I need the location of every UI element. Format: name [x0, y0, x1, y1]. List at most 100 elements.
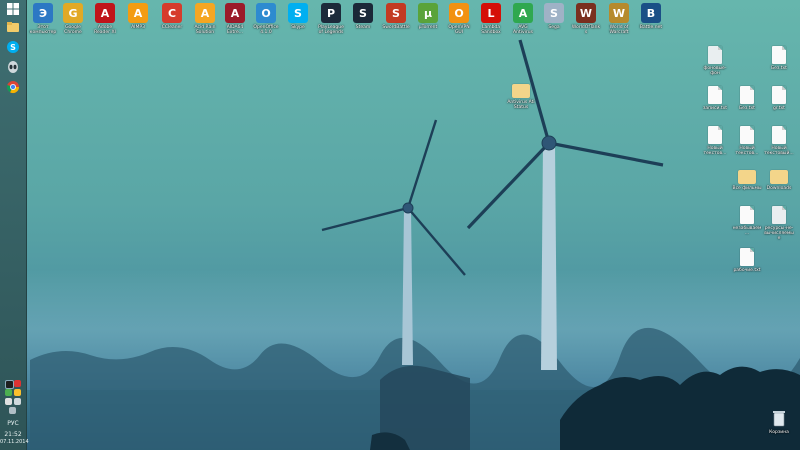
- desktop-icon-label: Lambda Sandbox: [481, 25, 501, 35]
- desktop-icon-label: OpenVPN GUI: [448, 25, 470, 35]
- desktop-icon-tanks[interactable]: W WorldOfTanks: [571, 3, 601, 35]
- flag-icon[interactable]: [5, 398, 12, 405]
- ccleaner-icon: C: [162, 3, 182, 23]
- avg-tray-icon[interactable]: [5, 389, 12, 396]
- desktop-icon-openvpn[interactable]: O OpenVPN GUI: [444, 3, 474, 35]
- app-tray-icon[interactable]: [14, 380, 21, 387]
- desktop-icon-steam[interactable]: S Steam: [348, 3, 378, 30]
- desktop-icon-computer[interactable]: Э Этот компьютер: [28, 3, 58, 35]
- desktop-icon-label: Steam: [355, 25, 371, 30]
- folder-icon: [512, 84, 530, 98]
- desktop-icon-label: PlayLeague of Legends: [318, 25, 344, 35]
- text-file-icon: [740, 248, 754, 266]
- desktop-icon-avg[interactable]: A AVG Antivirus: [508, 3, 538, 35]
- chrome-icon: G: [63, 3, 83, 23]
- aimp-icon: A: [128, 3, 148, 23]
- taskbar-chrome[interactable]: [3, 78, 23, 95]
- sega-icon: S: [544, 3, 564, 23]
- skype-icon: S: [288, 3, 308, 23]
- taskbar-alienware[interactable]: [3, 58, 23, 75]
- network-icon[interactable]: [5, 380, 14, 389]
- desktop-icon-ccleaner[interactable]: C CCleaner: [157, 3, 187, 30]
- desktop-icon-star[interactable]: A Acid Rain Solution: [190, 3, 220, 35]
- desktop-file-icon[interactable]: рабочие.txt: [732, 248, 762, 273]
- desktop-file-icon[interactable]: gr.txt: [764, 86, 794, 111]
- desktop-file-icon[interactable]: незабываем...: [732, 206, 762, 236]
- desktop-file-icon[interactable]: Новый текстов...: [732, 126, 762, 156]
- desktop-icon-skype[interactable]: S Skype: [283, 3, 313, 30]
- desktop-icon-label: OpenOffice 4.1.0: [253, 25, 279, 35]
- desktop-icon-label: AIMP3: [131, 25, 145, 30]
- desktop-icon-label: Sega: [548, 25, 560, 30]
- clock-time[interactable]: 21:52: [0, 431, 26, 438]
- lol-icon: P: [321, 3, 341, 23]
- desktop-icon-game[interactable]: S SwordBattle: [381, 3, 411, 30]
- desktop-file-icon[interactable]: Новый текстовый...: [764, 126, 794, 156]
- computer-icon: Э: [33, 3, 53, 23]
- desktop-file-label: Все фильмы: [732, 186, 762, 191]
- desktop-icon-antivirus-folder[interactable]: Antivirus Ati Status: [506, 80, 536, 110]
- text-file-icon: [740, 126, 754, 144]
- desktop-icon-wow[interactable]: W World of Warcraft: [604, 3, 634, 35]
- desktop-file-label: gr.txt: [773, 106, 785, 111]
- text-file-icon: [740, 86, 754, 104]
- desktop-file-label: фоновые-фон: [703, 66, 727, 76]
- desktop-icon-label: Battle.net: [639, 25, 663, 30]
- folder-icon: [7, 21, 19, 32]
- desktop-file-icon[interactable]: Все фильмы: [732, 166, 762, 191]
- text-file-icon: [772, 126, 786, 144]
- desktop-file-label: Новый текстов...: [735, 146, 759, 156]
- text-file-icon: [772, 46, 786, 64]
- start-button[interactable]: [3, 0, 23, 17]
- desktop-icon-label: CCleaner: [161, 25, 183, 30]
- windows-logo-icon: [7, 2, 19, 15]
- wow-icon: W: [609, 3, 629, 23]
- desktop-icon-label: µTorrent: [418, 25, 438, 30]
- skype-icon: S: [7, 40, 19, 53]
- desktop-file-label: Новый текстов...: [703, 146, 727, 156]
- taskbar-explorer[interactable]: [3, 18, 23, 35]
- openvpn-icon: O: [449, 3, 469, 23]
- document-icon: [740, 206, 754, 224]
- desktop-icon-aida64[interactable]: A AIDA64 Extre...: [220, 3, 250, 35]
- desktop-icon-label: World of Warcraft: [609, 25, 629, 35]
- steam-icon: S: [353, 3, 373, 23]
- desktop-icon-lol[interactable]: P PlayLeague of Legends: [316, 3, 346, 35]
- desktop-icon-battlenet[interactable]: B Battle.net: [636, 3, 666, 30]
- alien-icon: [8, 60, 18, 73]
- desktop-icon-utorrent[interactable]: µ µTorrent: [413, 3, 443, 30]
- desktop-icon-label: WorldOfTanks: [571, 25, 601, 35]
- lastfm-icon: L: [481, 3, 501, 23]
- desktop-file-icon[interactable]: Downloads: [764, 166, 794, 191]
- recycle-bin[interactable]: Корзина: [764, 408, 794, 435]
- star-icon: A: [195, 3, 215, 23]
- desktop-icon-label: Google Chrome: [64, 25, 82, 35]
- utorrent-icon: µ: [418, 3, 438, 23]
- desktop-file-icon[interactable]: Без.txt: [764, 46, 794, 71]
- desktop-icon-label: AVG Antivirus: [513, 25, 533, 35]
- desktop-icon-chrome[interactable]: G Google Chrome: [58, 3, 88, 35]
- desktop-file-label: записи.txt: [702, 106, 728, 111]
- desktop-icon-openoffice[interactable]: O OpenOffice 4.1.0: [251, 3, 281, 35]
- taskbar-skype[interactable]: S: [3, 38, 23, 55]
- desktop-file-icon[interactable]: Без.txt: [732, 86, 762, 111]
- wifi-icon[interactable]: [9, 407, 16, 414]
- desktop-file-icon[interactable]: ресурсы-не-вычисляемые: [764, 206, 794, 241]
- desktop-icon-aimp[interactable]: A AIMP3: [123, 3, 153, 30]
- volume-icon[interactable]: [14, 398, 21, 405]
- desktop-file-icon[interactable]: записи.txt: [700, 86, 730, 111]
- desktop-file-icon[interactable]: Новый текстов...: [700, 126, 730, 156]
- desktop-icon-label: Acid Rain Solution: [194, 25, 216, 35]
- warning-tray-icon[interactable]: [14, 389, 21, 396]
- desktop-icon-lastfm[interactable]: L Lambda Sandbox: [476, 3, 506, 35]
- desktop-icon-label: Этот компьютер: [29, 25, 57, 35]
- language-indicator[interactable]: РУС: [0, 420, 26, 427]
- battlenet-icon: B: [641, 3, 661, 23]
- image-file-icon: [772, 206, 786, 224]
- avg-icon: A: [513, 3, 533, 23]
- clock-date[interactable]: 07.11.2014: [0, 439, 29, 445]
- desktop-file-icon[interactable]: фоновые-фон: [700, 46, 730, 76]
- desktop-icon-acrobat[interactable]: A Adobe Reader XI: [90, 3, 120, 35]
- desktop-file-label: рабочие.txt: [733, 268, 761, 273]
- desktop-icon-sega[interactable]: S Sega: [539, 3, 569, 30]
